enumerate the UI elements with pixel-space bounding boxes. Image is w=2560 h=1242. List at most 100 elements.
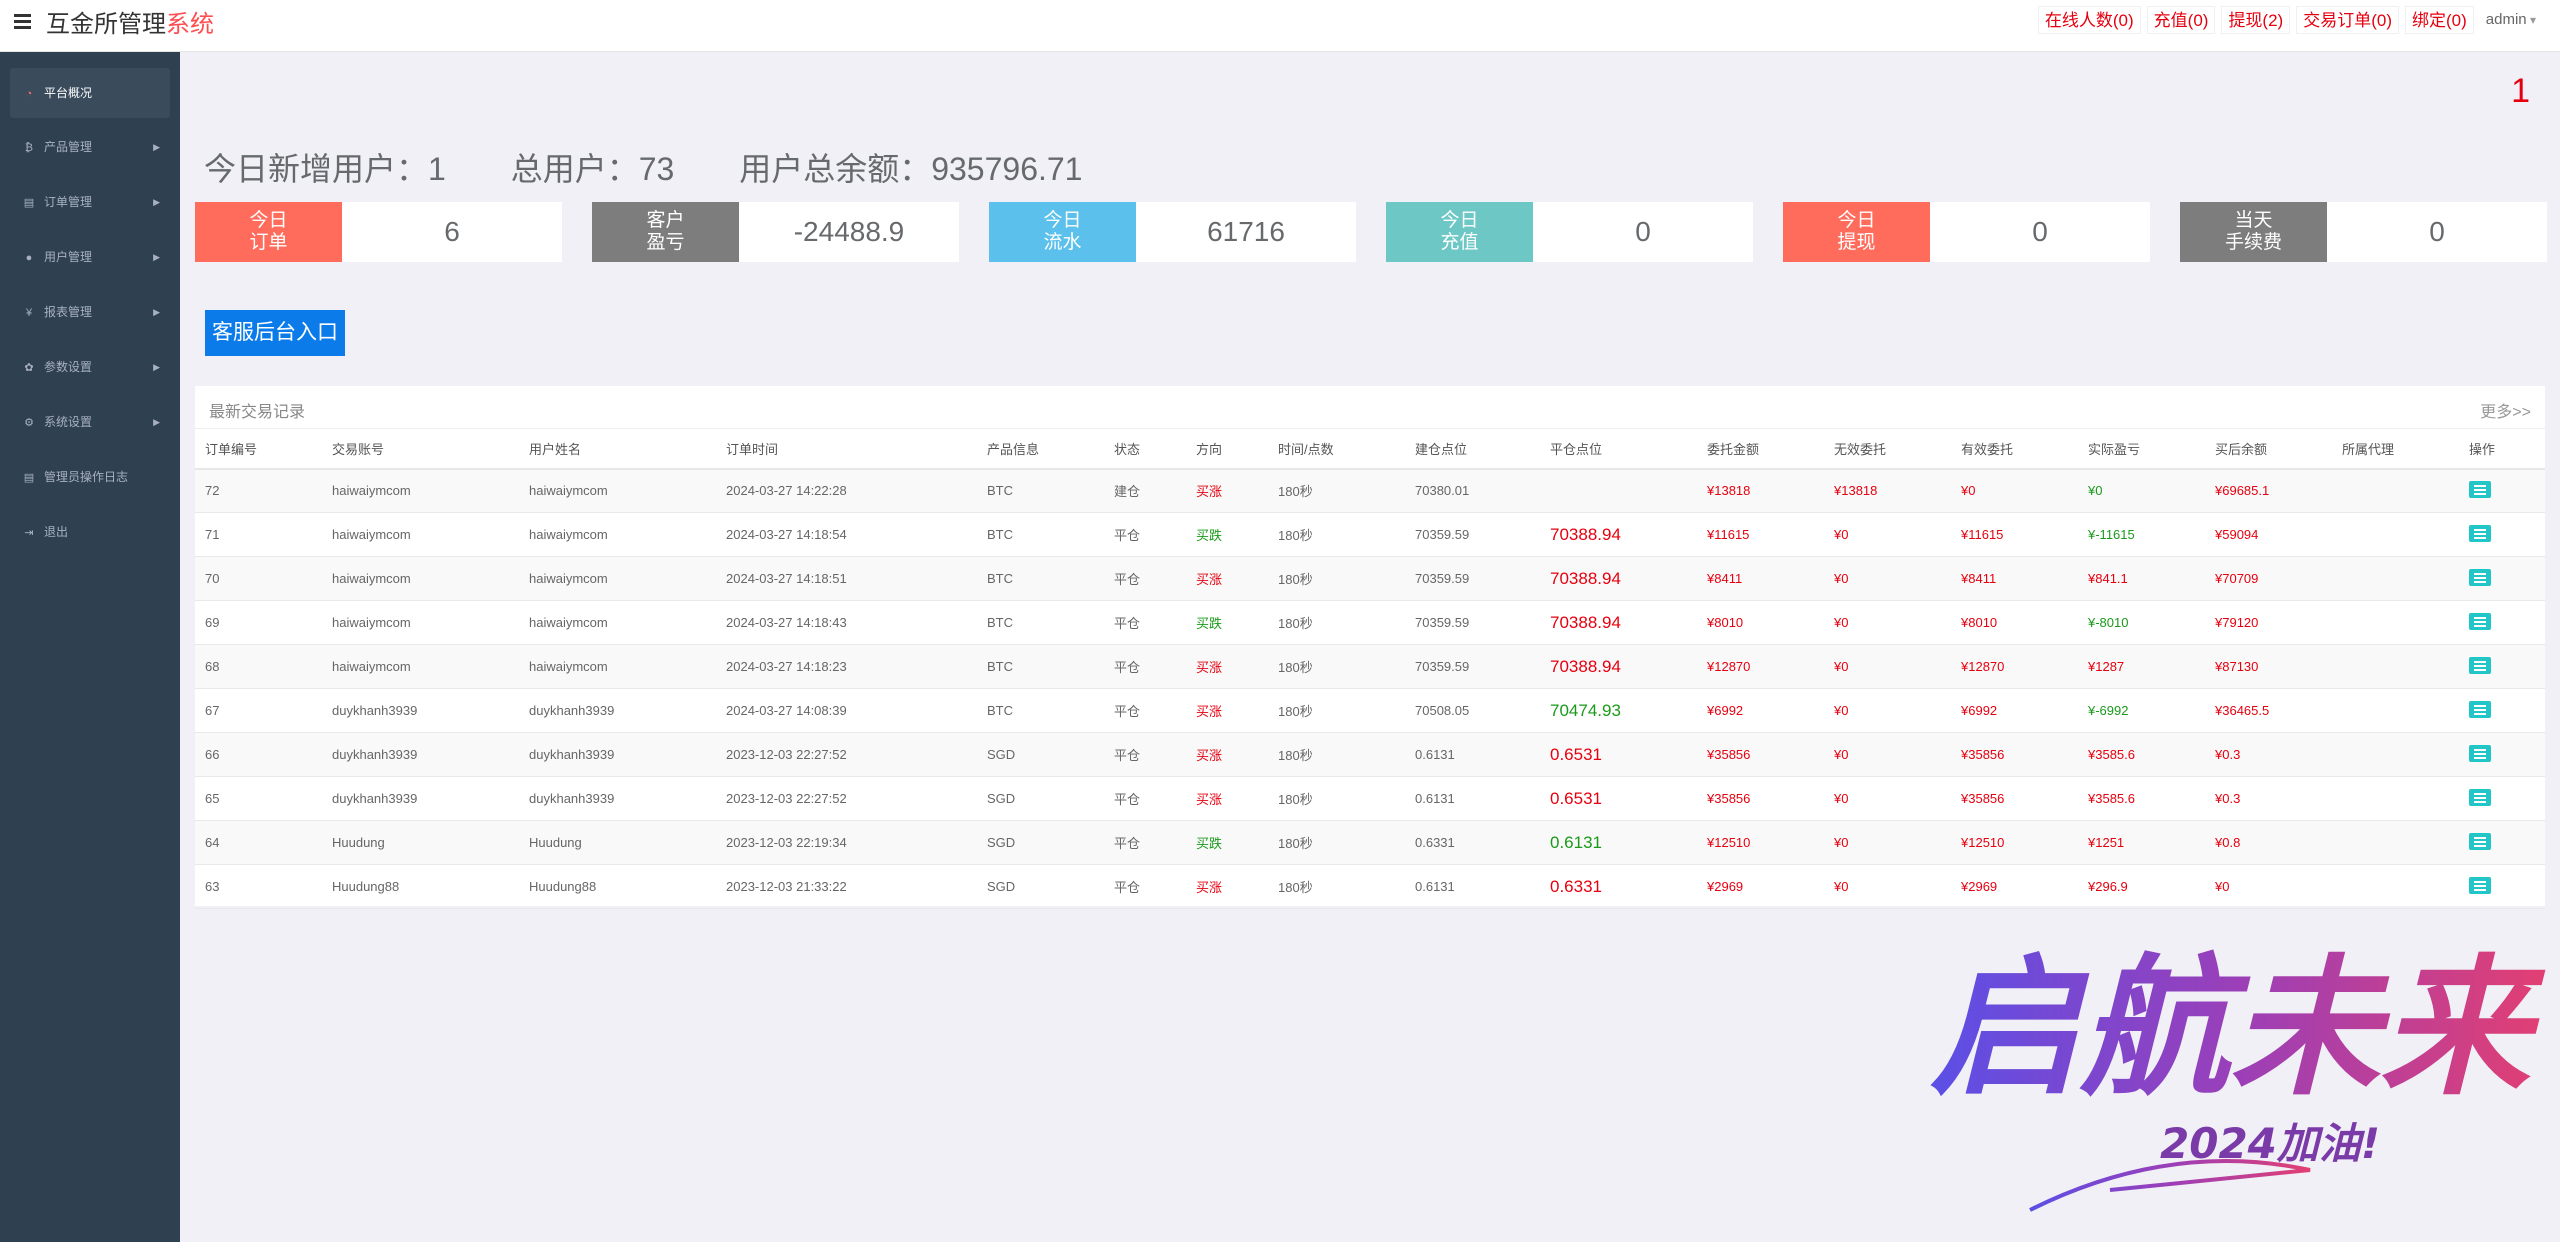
table-cell: ¥1287 bbox=[2078, 644, 2205, 689]
table-cell: 180秒 bbox=[1268, 600, 1405, 645]
col-header: 实际盈亏 bbox=[2078, 428, 2205, 470]
table-cell: 2023-12-03 22:19:34 bbox=[716, 820, 977, 865]
action-cell bbox=[2459, 732, 2545, 777]
table-cell: ¥35856 bbox=[1951, 776, 2078, 821]
stat-cards: 今日 订单 6 客户 盈亏 -24488.9 今日 流水 61716 今日 充值 0 今… bbox=[195, 202, 2547, 262]
table-cell: 买涨 bbox=[1186, 732, 1268, 777]
sidebar-item-system[interactable]: ⚙ 系统设置 ▶ bbox=[0, 395, 180, 450]
table-cell: ¥11615 bbox=[1697, 512, 1824, 557]
table-row: 67 duykhanh3939 duykhanh3939 2024-03-27 14:… bbox=[195, 688, 2545, 733]
stat-label: 今日 流水 bbox=[989, 202, 1136, 262]
sidebar-item-products[interactable]: ₿ 产品管理 ▶ bbox=[0, 120, 180, 175]
stat-value: 0 bbox=[2032, 216, 2048, 247]
table-cell: haiwaiymcom bbox=[519, 512, 716, 557]
detail-list-icon[interactable] bbox=[2469, 832, 2491, 850]
stat-value: 6 bbox=[444, 216, 460, 247]
col-header: 交易账号 bbox=[322, 428, 519, 470]
customer-service-button[interactable]: 客服后台入口 bbox=[205, 310, 345, 356]
table-cell: 0.6331 bbox=[1405, 820, 1540, 865]
table-cell: ¥13818 bbox=[1824, 468, 1951, 513]
online-users-link[interactable]: 在线人数(0) bbox=[2037, 6, 2141, 34]
logout-icon: ⇥ bbox=[24, 527, 34, 539]
table-cell: 70359.59 bbox=[1405, 512, 1540, 557]
table-cell: 平仓 bbox=[1104, 864, 1186, 909]
col-header: 买后余额 bbox=[2205, 428, 2332, 470]
watermark-graphic: 启航未来 2024加油! bbox=[1930, 940, 2546, 1212]
table-cell: 71 bbox=[195, 512, 322, 557]
bind-link[interactable]: 绑定(0) bbox=[2405, 6, 2474, 34]
table-row: 69 haiwaiymcom haiwaiymcom 2024-03-27 14:18… bbox=[195, 600, 2545, 645]
table-cell: 买涨 bbox=[1186, 468, 1268, 513]
table-cell: ¥0 bbox=[1824, 600, 1951, 645]
withdraw-link[interactable]: 提现(2) bbox=[2221, 6, 2291, 34]
table-cell: ¥0 bbox=[1824, 732, 1951, 777]
sidebar-item-admin-log[interactable]: ▤ 管理员操作日志 bbox=[0, 450, 180, 505]
detail-list-icon[interactable] bbox=[2469, 524, 2491, 542]
table-cell: ¥69685.1 bbox=[2205, 468, 2332, 513]
table-cell: ¥35856 bbox=[1697, 732, 1824, 777]
main-content: 1 今日新增用户：1 总用户：73 用户总余额：935796.71 今日 订单 6… bbox=[180, 52, 2560, 1242]
more-link[interactable]: 更多>> bbox=[2480, 398, 2531, 422]
table-cell: ¥8010 bbox=[1951, 600, 2078, 645]
table-cell: BTC bbox=[977, 512, 1104, 557]
panel-title: 最新交易记录 bbox=[209, 404, 306, 421]
stat-card-today-withdraw: 今日 提现 0 bbox=[1783, 202, 2150, 262]
sidebar-item-params[interactable]: ✿ 参数设置 ▶ bbox=[0, 340, 180, 395]
detail-list-icon[interactable] bbox=[2469, 788, 2491, 806]
sidebar-item-overview[interactable]: ◔ 平台概况 bbox=[10, 68, 170, 118]
sidebar-item-users[interactable]: ● 用户管理 ▶ bbox=[0, 230, 180, 285]
detail-list-icon[interactable] bbox=[2469, 612, 2491, 630]
chevron-right-icon: ▶ bbox=[153, 142, 160, 152]
table-cell: BTC bbox=[977, 600, 1104, 645]
table-cell: ¥0.3 bbox=[2205, 776, 2332, 821]
sidebar-item-logout[interactable]: ⇥ 退出 bbox=[0, 505, 180, 560]
table-cell: 平仓 bbox=[1104, 512, 1186, 557]
sidebar-item-reports[interactable]: ¥ 报表管理 ▶ bbox=[0, 285, 180, 340]
table-cell: 180秒 bbox=[1268, 732, 1405, 777]
table-cell: 买涨 bbox=[1186, 864, 1268, 909]
table-cell: 2023-12-03 22:27:52 bbox=[716, 776, 977, 821]
sidebar-item-orders[interactable]: ▤ 订单管理 ▶ bbox=[0, 175, 180, 230]
clipboard-icon: ▤ bbox=[23, 472, 35, 484]
table-cell: 70380.01 bbox=[1405, 468, 1540, 513]
table-cell bbox=[2332, 556, 2459, 601]
detail-list-icon[interactable] bbox=[2469, 568, 2491, 586]
action-cell bbox=[2459, 688, 2545, 733]
detail-list-icon[interactable] bbox=[2469, 700, 2491, 718]
table-cell: ¥6992 bbox=[1697, 688, 1824, 733]
chevron-right-icon: ▶ bbox=[153, 417, 160, 427]
sidebar-item-label: 参数设置 bbox=[44, 360, 93, 374]
table-cell: ¥35856 bbox=[1951, 732, 2078, 777]
watermark-swoosh bbox=[2029, 1159, 2311, 1212]
table-cell: 2024-03-27 14:18:23 bbox=[716, 644, 977, 689]
table-cell: Huudung88 bbox=[519, 864, 716, 909]
menu-toggle-icon[interactable] bbox=[14, 14, 34, 34]
detail-list-icon[interactable] bbox=[2469, 480, 2491, 498]
chevron-right-icon: ▶ bbox=[153, 362, 160, 372]
table-cell: BTC bbox=[977, 644, 1104, 689]
table-cell: Huudung bbox=[519, 820, 716, 865]
table-cell: 180秒 bbox=[1268, 820, 1405, 865]
table-cell: haiwaiymcom bbox=[519, 468, 716, 513]
table-cell: 70359.59 bbox=[1405, 600, 1540, 645]
trade-orders-link[interactable]: 交易订单(0) bbox=[2296, 6, 2399, 34]
recharge-link[interactable]: 充值(0) bbox=[2146, 6, 2216, 34]
table-cell: BTC bbox=[977, 468, 1104, 513]
table-cell: 70508.05 bbox=[1405, 688, 1540, 733]
table-cell: 180秒 bbox=[1268, 688, 1405, 733]
table-cell: 69 bbox=[195, 600, 322, 645]
detail-list-icon[interactable] bbox=[2469, 656, 2491, 674]
table-cell: 2024-03-27 14:22:28 bbox=[716, 468, 977, 513]
table-cell: 180秒 bbox=[1268, 864, 1405, 909]
table-cell: duykhanh3939 bbox=[322, 688, 519, 733]
table-row: 66 duykhanh3939 duykhanh3939 2023-12-03 22:… bbox=[195, 732, 2545, 777]
table-cell: ¥-11615 bbox=[2078, 512, 2205, 557]
brand-accent: 系统 bbox=[166, 11, 214, 38]
detail-list-icon[interactable] bbox=[2469, 744, 2491, 762]
admin-user-menu[interactable]: admin bbox=[2479, 6, 2542, 34]
table-cell: 0.6531 bbox=[1540, 776, 1697, 821]
sidebar-item-label: 用户管理 bbox=[44, 250, 93, 264]
table-cell: ¥12510 bbox=[1697, 820, 1824, 865]
table-cell: ¥0 bbox=[1824, 820, 1951, 865]
col-header: 建仓点位 bbox=[1405, 428, 1540, 470]
